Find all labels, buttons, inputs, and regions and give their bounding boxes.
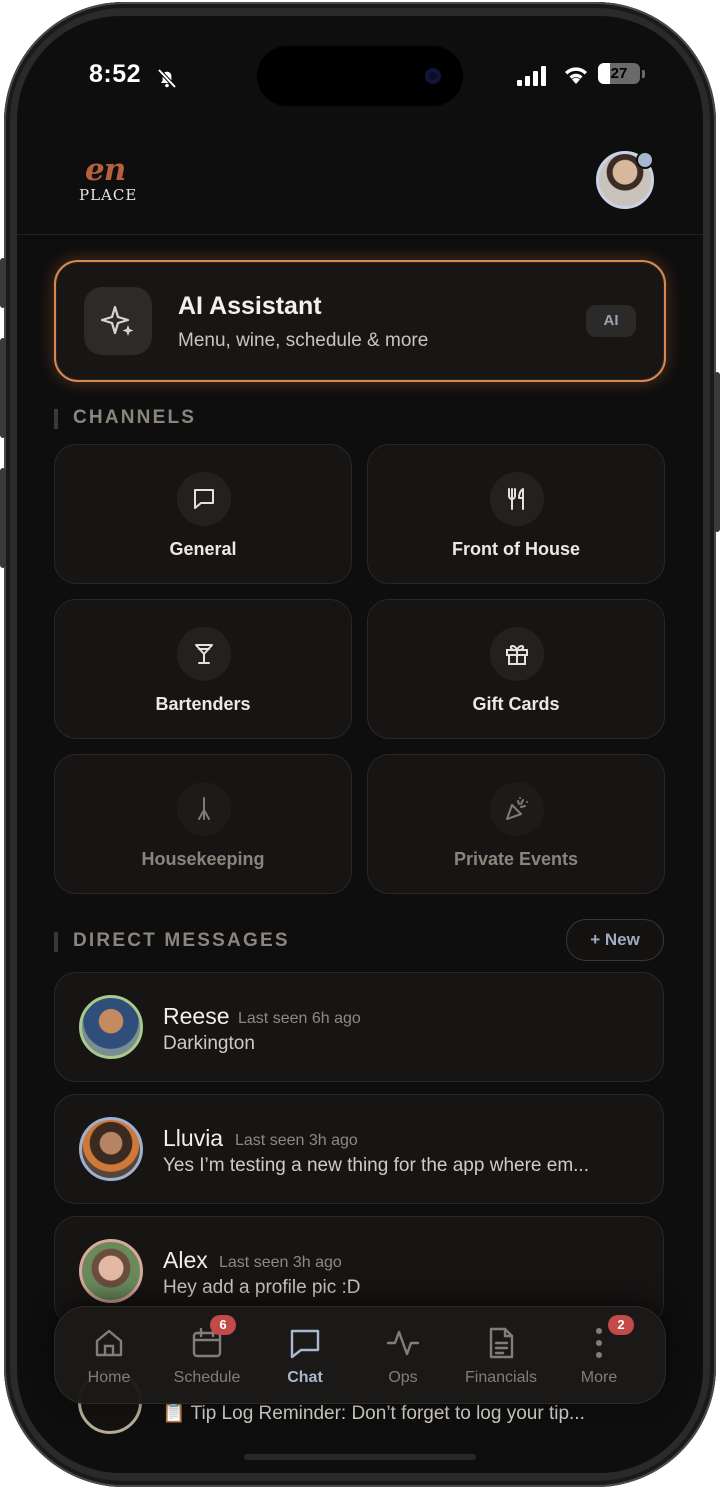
- broom-icon: [177, 782, 231, 836]
- avatar: [79, 1117, 143, 1181]
- ai-icon-tile: [84, 287, 152, 355]
- channel-label: Private Events: [453, 849, 579, 869]
- chat-icon: [290, 1329, 320, 1359]
- tab-label: Chat: [287, 1369, 323, 1386]
- channel-label: Front of House: [452, 539, 580, 559]
- dm-preview: Yes I’m testing a new thing for the app …: [163, 1155, 589, 1176]
- status-time: 8:52: [89, 60, 142, 88]
- action-button: [0, 258, 6, 308]
- battery-fill: [598, 63, 610, 84]
- channel-private-events[interactable]: Private Events: [367, 754, 665, 894]
- tab-label: Financials: [464, 1369, 538, 1386]
- dm-last-seen: Last seen 6h ago: [238, 1010, 361, 1027]
- gift-icon: [490, 627, 544, 681]
- wifi-icon: [565, 67, 587, 84]
- ai-subtitle: Menu, wine, schedule & more: [178, 330, 429, 351]
- dm-name: Lluvia: [163, 1125, 224, 1151]
- tab-label: Schedule: [173, 1369, 241, 1386]
- battery-cap: [642, 70, 645, 78]
- dm-last-seen: Last seen 3h ago: [235, 1132, 358, 1149]
- app-logo[interactable]: en PLACE: [79, 152, 149, 212]
- party-popper-icon: [490, 782, 544, 836]
- channel-bartenders[interactable]: Bartenders: [54, 599, 352, 739]
- volume-up-button: [0, 338, 6, 438]
- dm-last-seen: Last seen 3h ago: [219, 1254, 342, 1271]
- avatar: [79, 995, 143, 1059]
- battery-level: 27: [610, 65, 628, 82]
- volume-down-button: [0, 468, 6, 568]
- tab-financials[interactable]: Financials: [452, 1307, 550, 1403]
- channel-gift-cards[interactable]: Gift Cards: [367, 599, 665, 739]
- more-badge: 2: [608, 1315, 634, 1335]
- section-accent-bar: [54, 409, 58, 429]
- activity-icon: [386, 1330, 420, 1356]
- tab-label: Home: [87, 1369, 131, 1386]
- app-header: en PLACE: [17, 146, 703, 235]
- dm-name: Reese: [163, 1003, 230, 1029]
- channel-label: Gift Cards: [472, 694, 560, 714]
- bottom-tab-bar: Home 6 Schedule Chat Ops Financials 2 Mo…: [54, 1306, 666, 1404]
- app-screen: 8:52 27 en PLACE AI Assistant Menu, wine…: [17, 16, 703, 1473]
- ai-title: AI Assistant: [178, 292, 322, 320]
- document-icon: [489, 1327, 514, 1359]
- schedule-badge: 6: [210, 1315, 236, 1335]
- ai-assistant-card[interactable]: AI Assistant Menu, wine, schedule & more…: [54, 260, 666, 382]
- logo-wordmark: PLACE: [79, 186, 138, 204]
- dm-name: Alex: [163, 1247, 208, 1273]
- dm-preview: Hey add a profile pic :D: [163, 1277, 361, 1298]
- silent-bell-icon: [157, 68, 177, 89]
- notification-dot: [636, 151, 654, 169]
- ai-badge: AI: [586, 305, 636, 337]
- camera-icon: [425, 68, 441, 84]
- channel-label: General: [169, 539, 237, 559]
- channel-general[interactable]: General: [54, 444, 352, 584]
- home-indicator: [244, 1454, 476, 1460]
- channels-heading-text: CHANNELS: [73, 407, 197, 428]
- tab-label: Ops: [388, 1369, 418, 1386]
- dm-preview: Darkington: [163, 1033, 255, 1054]
- new-message-button[interactable]: + New: [566, 919, 664, 961]
- channel-label: Housekeeping: [141, 849, 265, 869]
- logo-script: en: [85, 152, 126, 188]
- status-bar: 8:52 27: [17, 16, 703, 126]
- channel-label: Bartenders: [155, 694, 251, 714]
- channel-front-of-house[interactable]: Front of House: [367, 444, 665, 584]
- channel-housekeeping[interactable]: Housekeeping: [54, 754, 352, 894]
- tab-schedule[interactable]: 6 Schedule: [158, 1307, 256, 1403]
- dm-item-reese[interactable]: Reese Last seen 6h ago Darkington: [54, 972, 664, 1082]
- avatar: [79, 1239, 143, 1303]
- section-accent-bar: [54, 932, 58, 952]
- sparkles-icon: [100, 305, 134, 336]
- dm-preview: 📋 Tip Log Reminder: Don’t forget to log …: [162, 1403, 585, 1424]
- chat-bubble-icon: [177, 472, 231, 526]
- tab-label: More: [580, 1369, 618, 1386]
- signal-icon: [517, 66, 546, 86]
- tab-more[interactable]: 2 More: [550, 1307, 648, 1403]
- tab-chat[interactable]: Chat: [256, 1307, 354, 1403]
- tab-home[interactable]: Home: [60, 1307, 158, 1403]
- direct-messages-heading-text: DIRECT MESSAGES: [73, 930, 290, 951]
- power-button: [714, 372, 720, 532]
- fork-knife-icon: [490, 472, 544, 526]
- tab-ops[interactable]: Ops: [354, 1307, 452, 1403]
- dm-item-lluvia[interactable]: Lluvia Last seen 3h ago Yes I’m testing …: [54, 1094, 664, 1204]
- dynamic-island: [257, 46, 463, 106]
- home-icon: [95, 1329, 123, 1357]
- cocktail-glass-icon: [177, 627, 231, 681]
- battery-indicator: 27: [598, 63, 640, 84]
